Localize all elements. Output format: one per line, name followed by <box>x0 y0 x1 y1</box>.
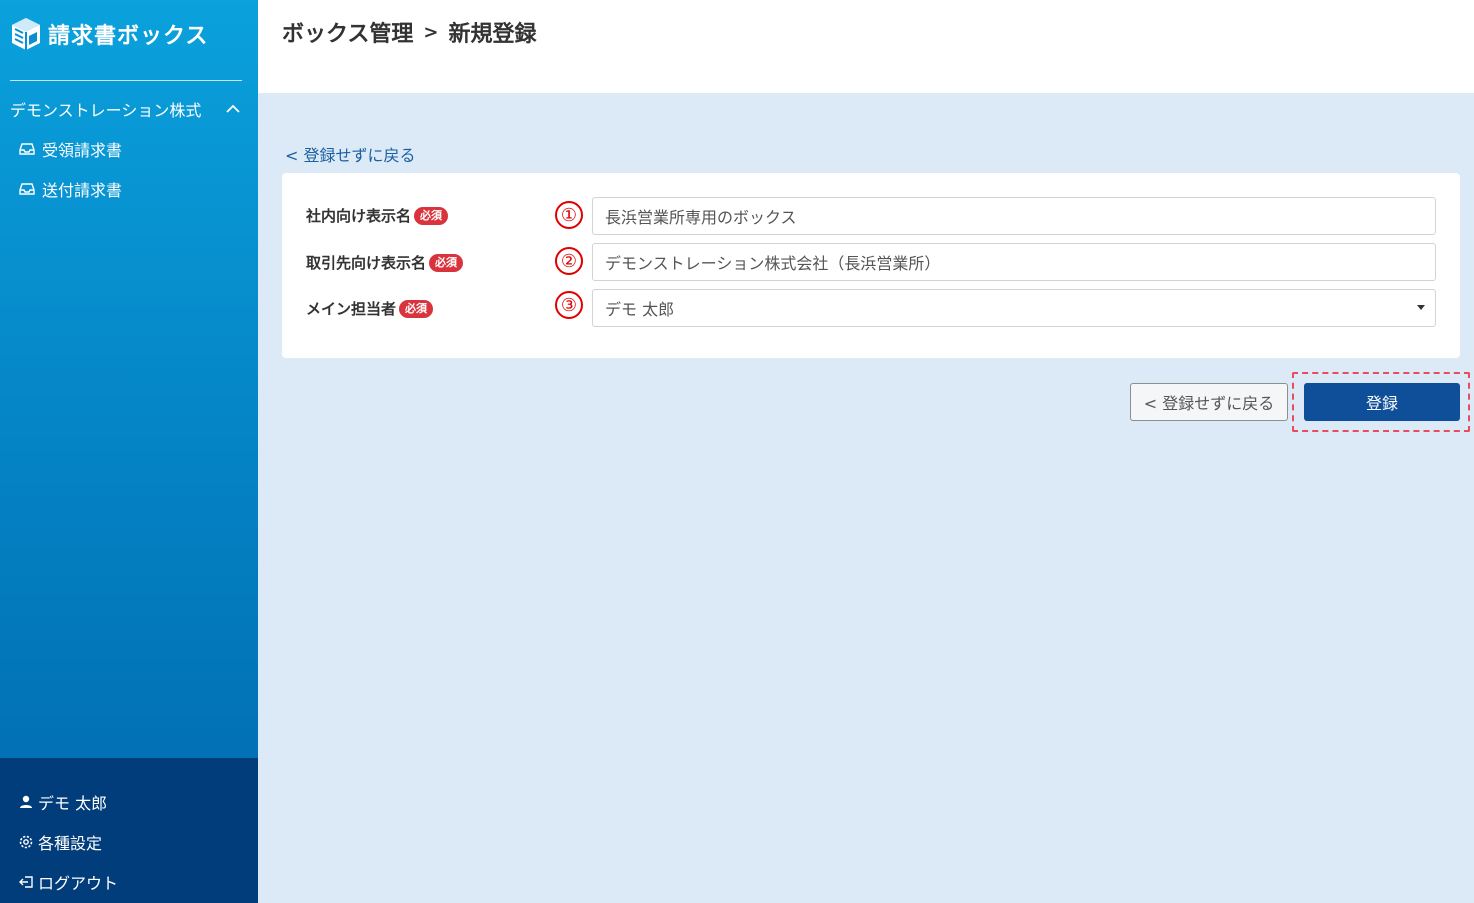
sidebar-divider <box>10 80 242 81</box>
internal-name-input[interactable] <box>592 197 1436 235</box>
sidebar-item-label: 受領請求書 <box>42 141 123 160</box>
field-label: 取引先向け表示名 <box>306 254 427 272</box>
breadcrumb: ボックス管理 > 新規登録 <box>282 16 536 48</box>
brand[interactable]: 請求書ボックス <box>10 14 208 54</box>
page-header: ボックス管理 > 新規登録 <box>258 0 1474 93</box>
user-icon <box>20 795 32 808</box>
sidebar-item-sent-invoices[interactable]: 送付請求書 <box>18 177 122 201</box>
required-badge: 必須 <box>429 253 464 272</box>
breadcrumb-parent[interactable]: ボックス管理 <box>282 16 413 48</box>
inbox-icon <box>19 143 35 155</box>
box-logo-icon <box>12 18 40 50</box>
logout-label: ログアウト <box>38 874 119 893</box>
marker-3: ③ <box>555 291 583 319</box>
settings-link[interactable]: 各種設定 <box>18 830 102 854</box>
sidebar-footer: デモ 太郎 各種設定 ログアウト <box>0 758 258 903</box>
partner-name-label: 取引先向け表示名 必須 <box>306 252 464 273</box>
logout-link[interactable]: ログアウト <box>18 870 118 894</box>
partner-name-input[interactable] <box>592 243 1436 281</box>
sidebar: 請求書ボックス デモンストレーション株式 受領請求書 送付請求書 デモ 太郎 各… <box>0 0 258 903</box>
user-menu[interactable]: デモ 太郎 <box>18 790 107 814</box>
selected-value: デモ 太郎 <box>605 300 675 319</box>
internal-name-label: 社内向け表示名 必須 <box>306 205 449 226</box>
breadcrumb-separator: > <box>423 21 439 43</box>
sidebar-item-received-invoices[interactable]: 受領請求書 <box>18 137 122 161</box>
user-name: デモ 太郎 <box>38 794 108 813</box>
marker-2: ② <box>555 247 583 275</box>
brand-name: 請求書ボックス <box>48 24 209 49</box>
marker-1: ① <box>555 201 583 229</box>
sidebar-item-label: 送付請求書 <box>42 181 123 200</box>
breadcrumb-current: 新規登録 <box>448 22 537 47</box>
settings-label: 各種設定 <box>38 834 103 853</box>
org-name: デモンストレーション株式 <box>10 101 202 120</box>
back-button[interactable]: < 登録せずに戻る <box>1130 383 1288 421</box>
main-owner-label: メイン担当者 必須 <box>306 298 434 319</box>
caret-down-icon <box>1417 305 1425 310</box>
chevron-up-icon <box>226 104 240 113</box>
field-label: 社内向け表示名 <box>306 207 412 225</box>
required-badge: 必須 <box>414 206 449 225</box>
required-badge: 必須 <box>399 299 434 318</box>
logout-icon <box>19 876 33 888</box>
back-link[interactable]: < 登録せずに戻る <box>285 142 416 166</box>
highlight-box <box>1292 372 1470 432</box>
field-label: メイン担当者 <box>306 300 397 318</box>
main-owner-select[interactable]: デモ 太郎 <box>592 289 1436 327</box>
org-selector[interactable]: デモンストレーション株式 <box>10 96 242 122</box>
form-card: 社内向け表示名 必須 ① 取引先向け表示名 必須 ② メイン担当者 必須 ③ デ… <box>282 173 1460 358</box>
gear-icon <box>19 835 33 849</box>
inbox-icon <box>19 183 35 195</box>
